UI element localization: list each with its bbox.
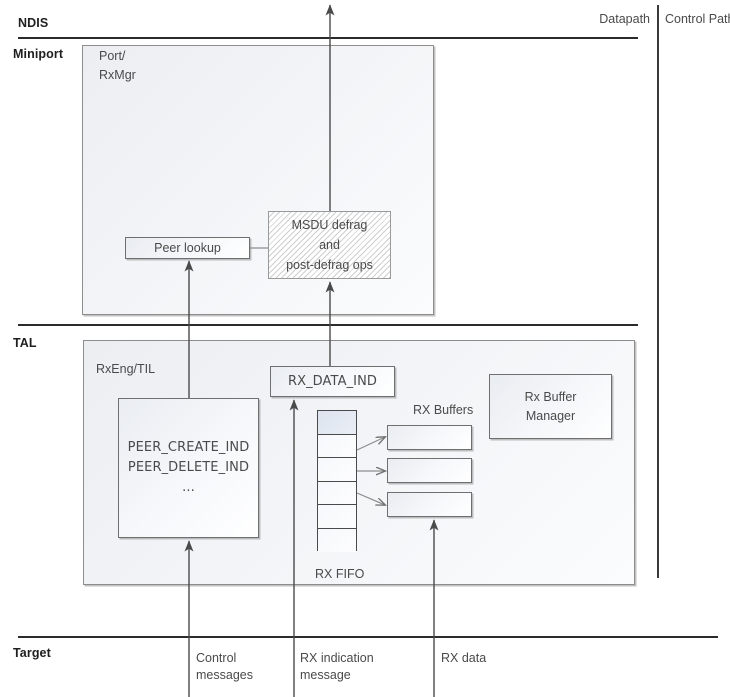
rx-buffer-manager-box[interactable]: Rx Buffer Manager xyxy=(489,374,612,439)
peer-indication-box[interactable]: PEER_CREATE_IND PEER_DELETE_IND ... xyxy=(118,398,259,538)
rx-fifo-cell[interactable] xyxy=(318,458,356,482)
rx-fifo-cell[interactable] xyxy=(318,434,356,458)
control-path-label: Control Path xyxy=(665,12,730,26)
msdu-defrag-label: MSDU defrag and post-defrag ops xyxy=(286,218,373,272)
control-path-divider xyxy=(657,5,659,578)
rx-fifo[interactable] xyxy=(317,410,357,552)
peer-lookup-label: Peer lookup xyxy=(154,240,221,255)
msdu-defrag-box[interactable]: MSDU defrag and post-defrag ops xyxy=(268,211,391,279)
peer-lookup-box[interactable]: Peer lookup xyxy=(125,237,250,259)
rx-fifo-label: RX FIFO xyxy=(315,567,365,581)
rx-data-ind-box[interactable]: RX_DATA_IND xyxy=(270,366,395,397)
datapath-label: Datapath xyxy=(599,12,650,26)
diagram-canvas: NDIS Miniport TAL Target Datapath Contro… xyxy=(0,0,730,697)
rx-fifo-cell[interactable] xyxy=(318,481,356,505)
rx-buffers-label: RX Buffers xyxy=(413,403,474,417)
separator-ndis xyxy=(18,37,638,39)
rx-fifo-cell[interactable] xyxy=(318,505,356,529)
rx-indication-message-label: RX indication message xyxy=(300,651,374,682)
tal-container-title: RxEng/TIL xyxy=(96,362,156,376)
separator-tal xyxy=(18,324,638,326)
peer-indication-label: PEER_CREATE_IND PEER_DELETE_IND ... xyxy=(127,440,250,495)
layer-label-tal: TAL xyxy=(13,336,37,350)
miniport-container-title: Port/ RxMgr xyxy=(99,49,136,82)
layer-label-ndis: NDIS xyxy=(18,16,49,30)
rx-fifo-cell[interactable] xyxy=(318,411,356,435)
rx-data-ind-label: RX_DATA_IND xyxy=(287,373,378,389)
layer-label-target: Target xyxy=(13,646,51,660)
control-messages-label: Control messages xyxy=(196,651,253,682)
rx-buffer-box[interactable] xyxy=(387,425,472,450)
rx-fifo-cell[interactable] xyxy=(318,528,356,552)
rx-buffer-box[interactable] xyxy=(387,458,472,483)
separator-target xyxy=(18,636,718,638)
rx-buffer-box[interactable] xyxy=(387,492,472,517)
layer-label-miniport: Miniport xyxy=(13,47,64,61)
rx-buffer-manager-label: Rx Buffer Manager xyxy=(524,389,577,423)
rx-data-label: RX data xyxy=(441,651,487,665)
